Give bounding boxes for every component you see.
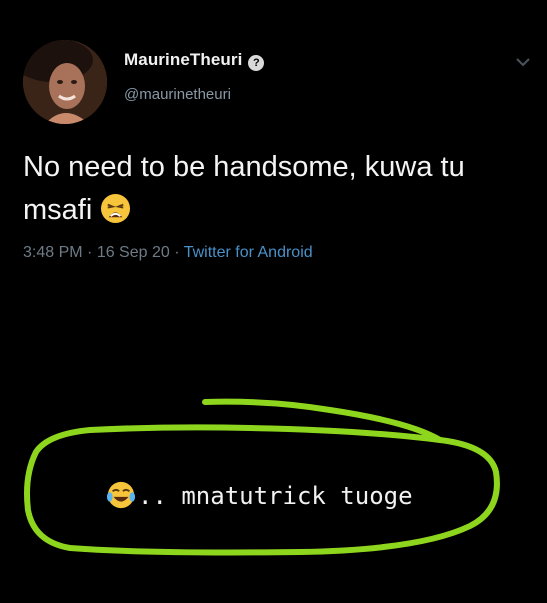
tweet-card: MaurineTheuri? @maurinetheuri No need to… <box>0 0 547 300</box>
annotation-caption: .. mnatutrick tuoge <box>106 480 413 510</box>
display-name[interactable]: MaurineTheuri? <box>124 50 265 71</box>
avatar-image <box>23 40 107 124</box>
weary-face-emoji-icon <box>101 193 131 224</box>
verified-badge-icon: ? <box>248 55 265 71</box>
meta-separator: · <box>169 244 184 261</box>
tweet-source-link[interactable]: Twitter for Android <box>184 244 313 261</box>
avatar[interactable] <box>23 40 107 124</box>
annotation-text: .. mnatutrick tuoge <box>138 482 413 510</box>
meta-separator: · <box>82 244 97 261</box>
tears-of-joy-emoji-icon <box>106 481 136 509</box>
tweet-time[interactable]: 3:48 PM <box>23 244 83 261</box>
tweet-text: No need to be handsome, kuwa tu msafi <box>23 146 533 232</box>
tweet-text-content: No need to be handsome, kuwa tu msafi <box>23 151 465 226</box>
display-name-text: MaurineTheuri <box>124 50 243 69</box>
user-handle[interactable]: @maurinetheuri <box>124 86 231 103</box>
tweet-date[interactable]: 16 Sep 20 <box>97 244 170 261</box>
handwritten-annotation: .. mnatutrick tuoge <box>0 380 547 580</box>
tweet-meta: 3:48 PM · 16 Sep 20 · Twitter for Androi… <box>23 244 313 262</box>
chevron-down-icon[interactable] <box>515 56 531 68</box>
